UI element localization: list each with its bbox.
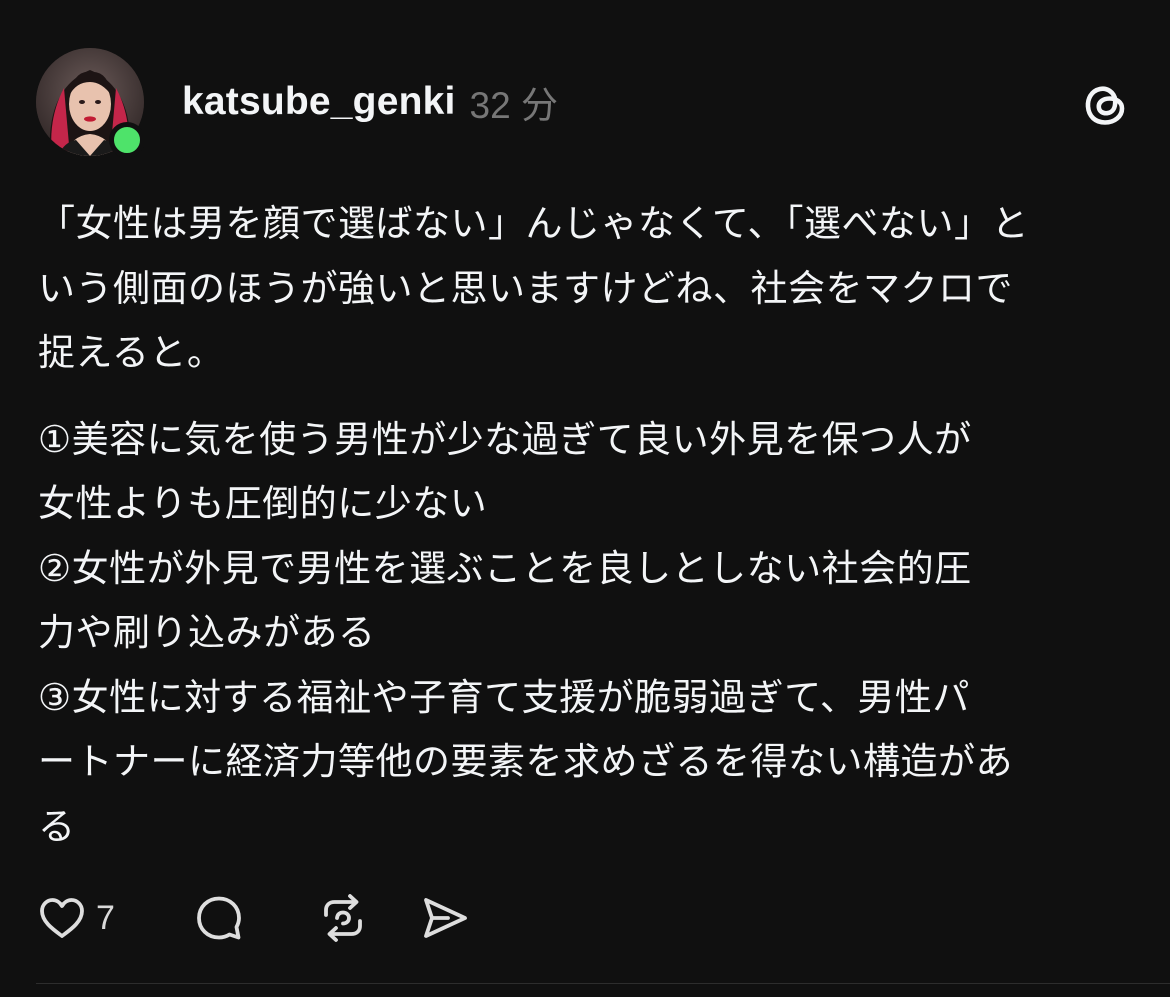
post-text-line: ①美容に気を使う男性が少な過ぎて良い外見を保つ人が	[38, 417, 972, 461]
post-text-line: ートナーに経済力等他の要素を求めざるを得ない構造があ	[38, 740, 1013, 783]
like-button[interactable]: 7	[36, 888, 156, 948]
send-icon	[418, 891, 472, 945]
post-text-line: いう側面のほうが強いと思いますけどね、社会をマクロで	[38, 266, 1013, 310]
repost-button[interactable]	[316, 888, 370, 948]
threads-logo-icon[interactable]	[1080, 78, 1132, 130]
share-button[interactable]	[418, 888, 472, 948]
post-text-line: ③女性に対する福祉や子育て支援が脆弱過ぎて、男性パ	[38, 675, 970, 719]
thread-post: katsube_genki 32 分 「女性は男を顔で選ばない」んじゃなくて、「…	[0, 0, 1170, 997]
post-body: 「女性は男を顔で選ばない」んじゃなくて、「選べない」と いう側面のほうが強いと思…	[38, 192, 1138, 859]
comment-bubble-icon	[192, 891, 246, 945]
heart-icon	[36, 892, 88, 944]
post-text-line: 「女性は男を顔で選ばない」んじゃなくて、「選べない」と	[38, 202, 1030, 245]
post-text-line: る	[38, 804, 76, 848]
post-text-line: ②女性が外見で男性を選ぶことを良しとしない社会的圧	[38, 546, 972, 590]
post-text-line: 捉えると。	[38, 331, 225, 374]
post-actions-bar: 7	[36, 888, 472, 948]
repost-icon	[316, 891, 370, 945]
like-count: 7	[96, 898, 115, 937]
reply-button[interactable]	[192, 888, 246, 948]
post-header: katsube_genki 32 分	[182, 74, 558, 130]
post-timestamp: 32 分	[469, 85, 558, 126]
online-status-indicator	[109, 122, 145, 158]
post-divider	[36, 983, 1170, 984]
post-text-line: 力や刷り込みがある	[38, 611, 376, 654]
username-link[interactable]: katsube_genki	[182, 80, 456, 124]
post-text-line: 女性よりも圧倒的に少ない	[38, 482, 488, 525]
